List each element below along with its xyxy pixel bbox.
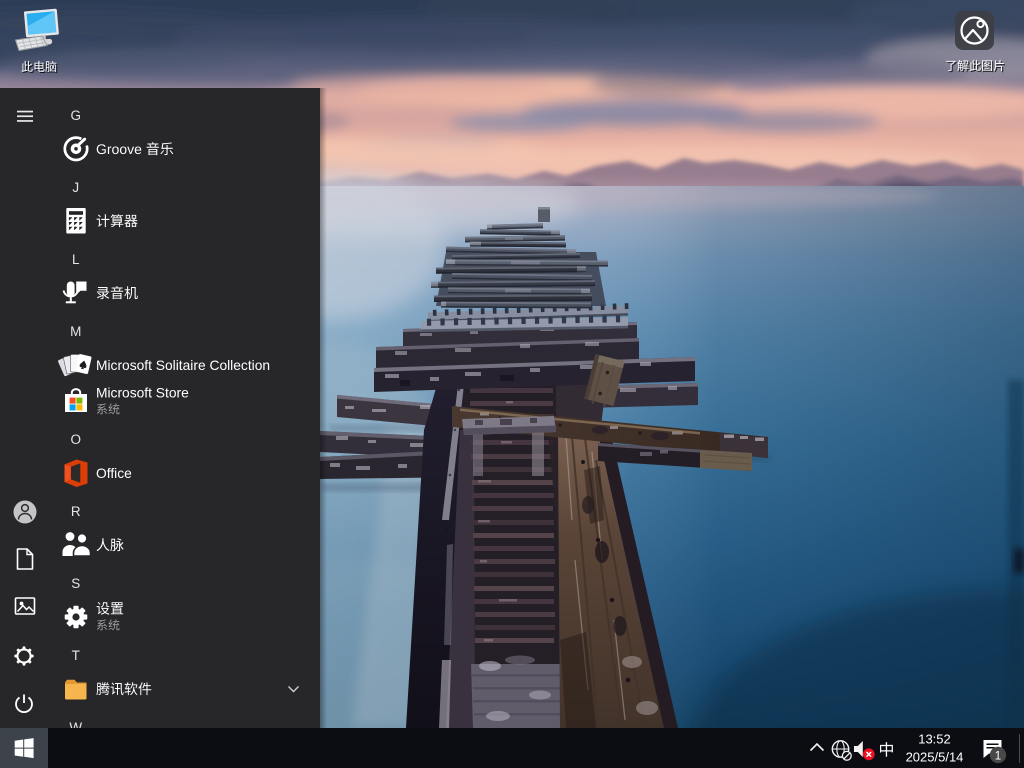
svg-text:T: T — [72, 648, 80, 663]
svg-text:R: R — [71, 504, 81, 519]
svg-text:Microsoft Store: Microsoft Store — [96, 386, 189, 401]
svg-text:S: S — [71, 576, 80, 591]
svg-text:1: 1 — [995, 750, 1001, 762]
svg-text:Office: Office — [96, 466, 132, 481]
svg-text:Microsoft Solitaire Collection: Microsoft Solitaire Collection — [96, 358, 270, 373]
svg-text:O: O — [71, 432, 82, 447]
svg-text:M: M — [70, 324, 81, 339]
svg-text:J: J — [72, 180, 79, 195]
svg-text:2025/5/14: 2025/5/14 — [906, 750, 964, 765]
svg-text:13:52: 13:52 — [918, 732, 951, 747]
svg-text:G: G — [71, 108, 82, 123]
svg-text:L: L — [72, 252, 80, 267]
